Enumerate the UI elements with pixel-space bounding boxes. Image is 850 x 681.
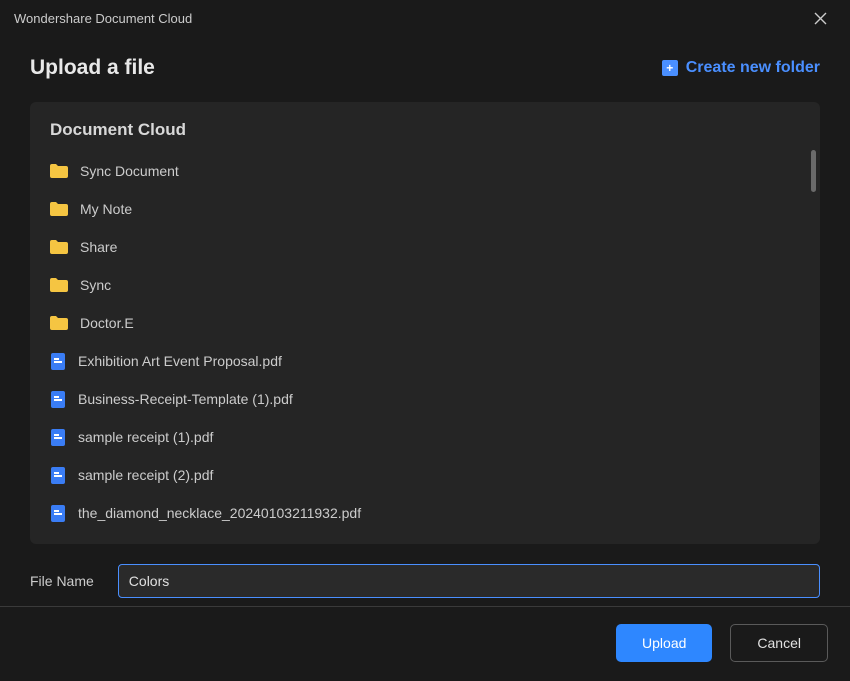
list-item-label: My Note [80, 201, 132, 217]
list-item[interactable]: the_diamond_necklace_20240103211932.pdf [50, 494, 800, 532]
plus-icon: + [662, 60, 678, 76]
list-item-label: sample receipt (2).pdf [78, 467, 213, 483]
close-icon [814, 12, 827, 25]
file-browser-panel: Document Cloud Sync Document My Note Share… [30, 102, 820, 544]
file-icon [50, 504, 66, 522]
folder-icon [50, 240, 68, 254]
list-item-label: Doctor.E [80, 315, 134, 331]
list-item[interactable]: Sync Document [50, 152, 800, 190]
list-item[interactable]: Sync [50, 266, 800, 304]
panel-title: Document Cloud [50, 120, 800, 140]
filename-label: File Name [30, 573, 94, 589]
list-item-label: sample receipt (1).pdf [78, 429, 213, 445]
list-item-label: Share [80, 239, 117, 255]
cancel-button[interactable]: Cancel [730, 624, 828, 662]
file-icon [50, 466, 66, 484]
list-item-label: Business-Receipt-Template (1).pdf [78, 391, 293, 407]
list-item[interactable]: sample receipt (1).pdf [50, 418, 800, 456]
dialog-body: Upload a file + Create new folder Docume… [0, 36, 850, 598]
file-list: Sync Document My Note Share Sync Doctor.E Exh… [50, 152, 800, 532]
filename-input[interactable] [118, 564, 820, 598]
list-item[interactable]: Business-Receipt-Template (1).pdf [50, 380, 800, 418]
header-row: Upload a file + Create new folder [30, 56, 820, 80]
dialog-footer: Upload Cancel [0, 605, 850, 681]
create-folder-button[interactable]: + Create new folder [662, 59, 820, 77]
window-title: Wondershare Document Cloud [14, 11, 192, 26]
list-item-label: Sync Document [80, 163, 179, 179]
list-item-label: Sync [80, 277, 111, 293]
page-title: Upload a file [30, 56, 155, 80]
close-button[interactable] [804, 2, 836, 34]
folder-icon [50, 316, 68, 330]
list-item-label: Exhibition Art Event Proposal.pdf [78, 353, 282, 369]
list-item[interactable]: Exhibition Art Event Proposal.pdf [50, 342, 800, 380]
list-item[interactable]: Share [50, 228, 800, 266]
file-icon [50, 428, 66, 446]
folder-icon [50, 164, 68, 178]
file-icon [50, 390, 66, 408]
upload-button[interactable]: Upload [616, 624, 712, 662]
create-folder-label: Create new folder [686, 59, 820, 77]
list-item-label: the_diamond_necklace_20240103211932.pdf [78, 505, 361, 521]
file-icon [50, 352, 66, 370]
list-item[interactable]: My Note [50, 190, 800, 228]
filename-row: File Name [30, 564, 820, 598]
titlebar: Wondershare Document Cloud [0, 0, 850, 36]
scrollbar-thumb[interactable] [811, 150, 816, 192]
folder-icon [50, 278, 68, 292]
list-item[interactable]: Doctor.E [50, 304, 800, 342]
list-item[interactable]: sample receipt (2).pdf [50, 456, 800, 494]
folder-icon [50, 202, 68, 216]
